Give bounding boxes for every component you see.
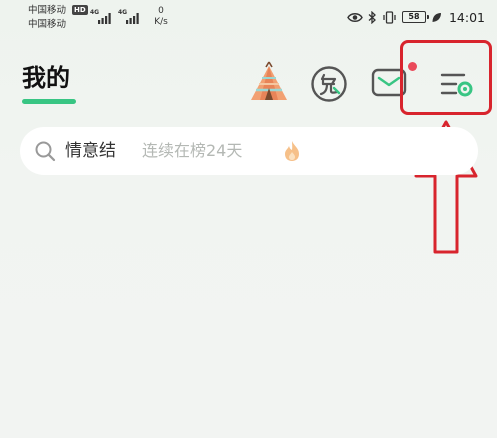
carrier-label-2: 中国移动 [28, 19, 67, 30]
status-bar: 中国移动 HD 中国移动 4G 4G 0 K/s 58 14:01 [0, 0, 497, 36]
hd-badge: HD [72, 5, 88, 15]
vibrate-icon [383, 10, 396, 24]
free-badge-icon[interactable] [310, 65, 348, 103]
network-speed-unit: K/s [154, 17, 168, 27]
page-title: 我的 [22, 64, 70, 92]
search-trending-hint: 连续在榜24天 [142, 141, 243, 160]
leaf-icon [432, 12, 441, 22]
annotation-highlight-box [400, 40, 492, 115]
fire-icon [285, 141, 299, 161]
search-icon [35, 141, 56, 162]
status-right: 58 14:01 [347, 9, 485, 25]
network-speed-value: 0 [158, 6, 164, 16]
title-underline [22, 99, 76, 104]
bluetooth-icon [368, 10, 376, 24]
clock: 14:01 [448, 9, 485, 25]
search-bar[interactable]: 情意结 连续在榜24天 [20, 127, 478, 175]
carrier-label-1: 中国移动 [28, 5, 67, 16]
eye-icon [347, 12, 363, 22]
network-speed: 0 K/s [150, 6, 172, 28]
signal-icon-sim1: 4G [90, 9, 114, 25]
signal-icon-sim2: 4G [118, 9, 142, 25]
tent-icon[interactable] [248, 60, 290, 104]
search-keyword: 情意结 [65, 141, 116, 161]
battery-icon: 58 [401, 11, 429, 23]
